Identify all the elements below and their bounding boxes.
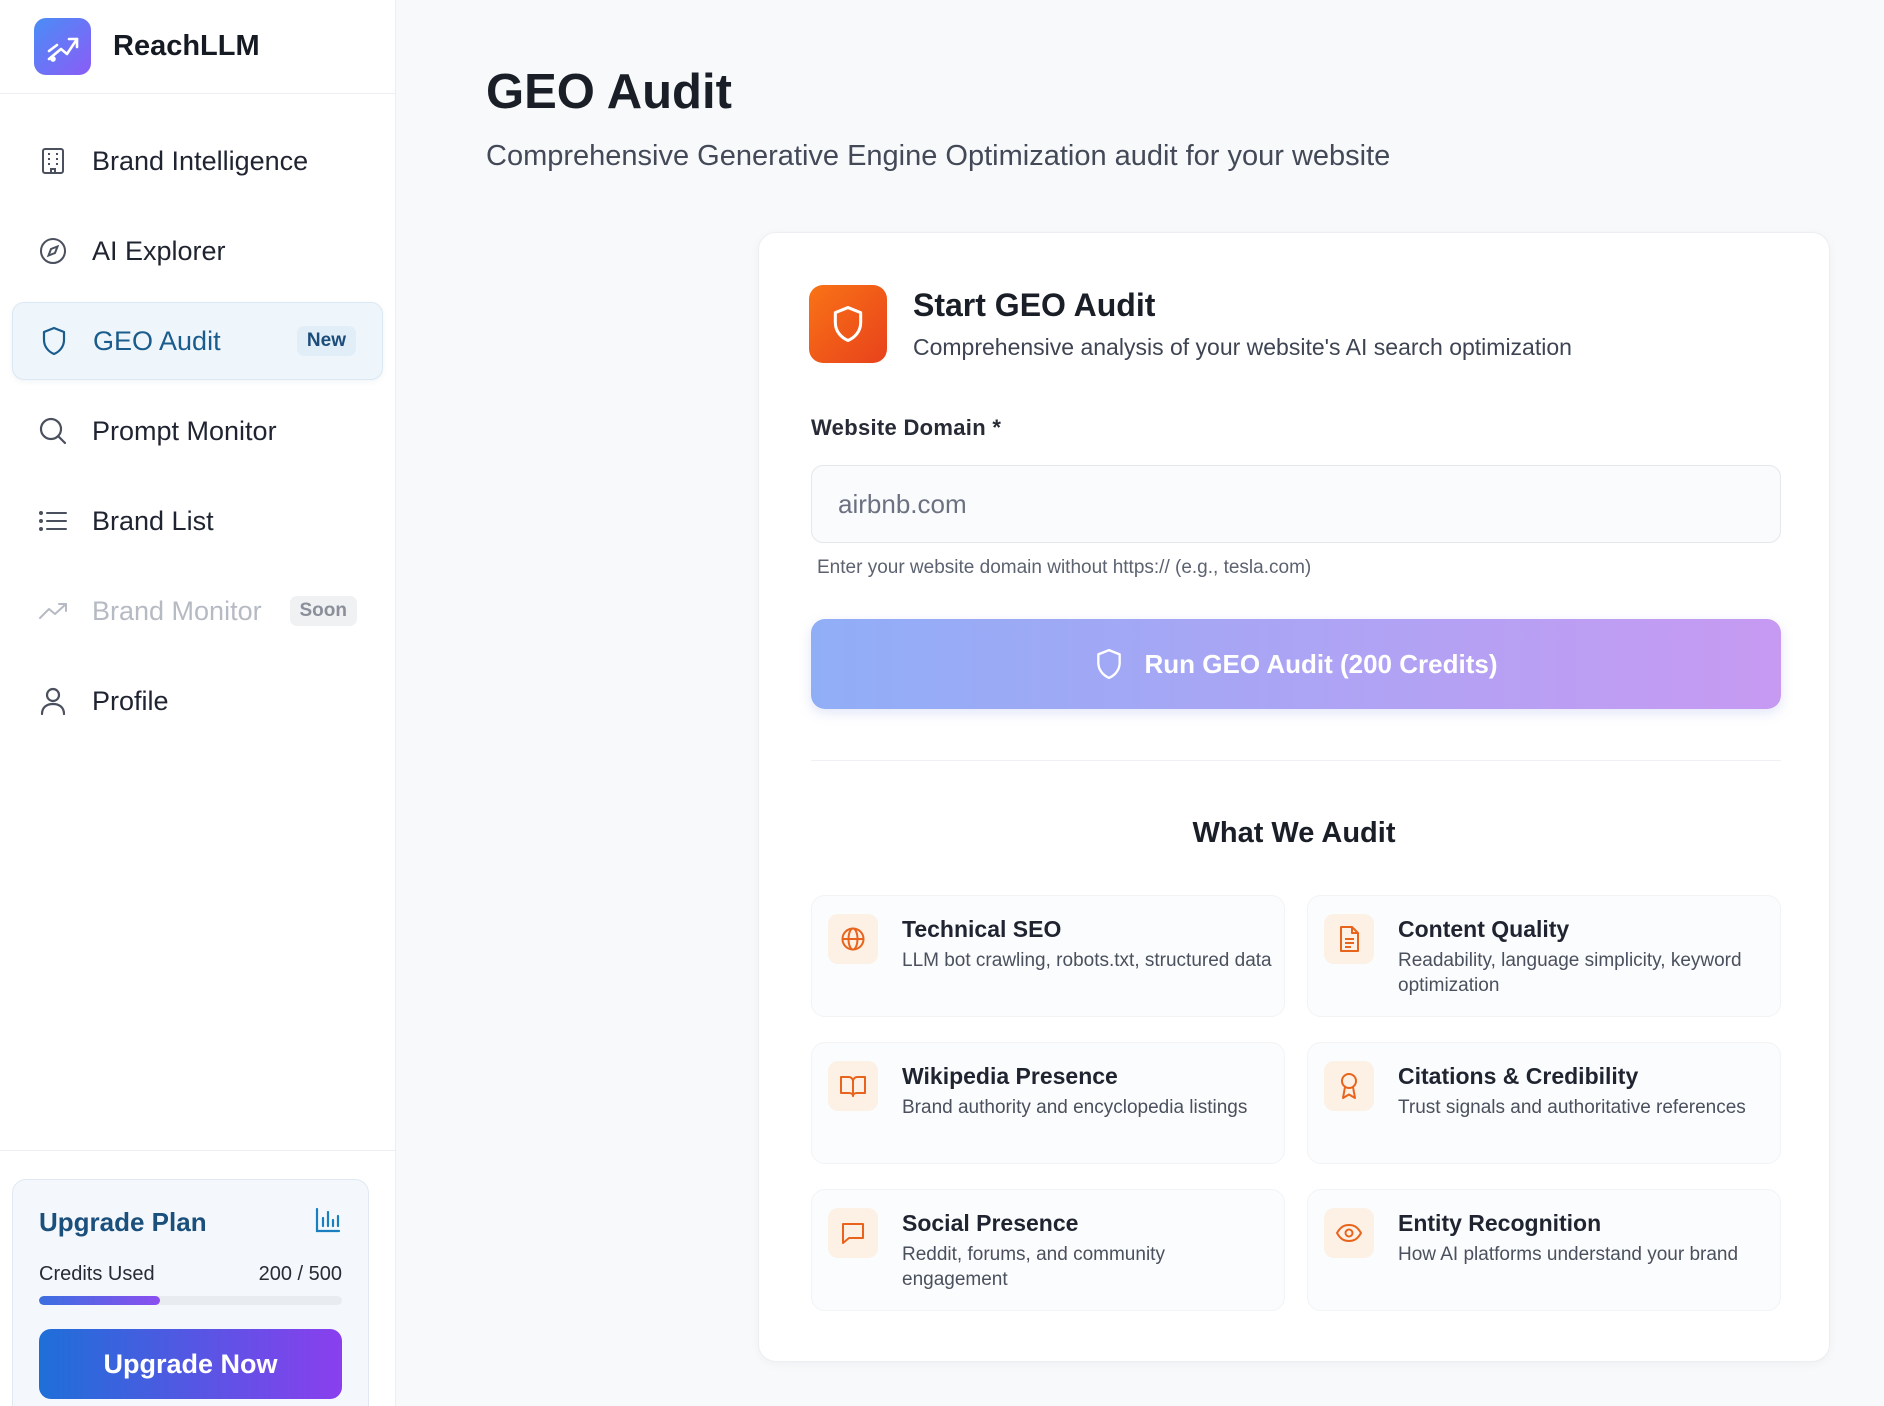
credits-row: Credits Used 200 / 500 (39, 1263, 342, 1286)
audit-item-citations-credibility: Citations & Credibility Trust signals an… (1307, 1042, 1781, 1164)
shield-icon (1095, 648, 1123, 680)
user-icon (38, 686, 68, 716)
globe-icon (828, 914, 878, 964)
soon-badge: Soon (289, 596, 357, 626)
card-subtitle: Comprehensive analysis of your website's… (913, 334, 1572, 360)
search-icon (38, 416, 68, 446)
sidebar-item-prompt-monitor[interactable]: Prompt Monitor (12, 392, 383, 470)
audit-item-content-quality: Content Quality Readability, language si… (1307, 895, 1781, 1017)
audit-item-title: Social Presence (902, 1210, 1079, 1236)
divider (811, 760, 1781, 761)
list-icon (38, 506, 68, 536)
audit-item-desc: How AI platforms understand your brand (1398, 1244, 1739, 1265)
website-domain-input[interactable] (811, 465, 1781, 543)
audit-item-title: Wikipedia Presence (902, 1063, 1118, 1089)
app-name[interactable]: ReachLLM (113, 30, 260, 63)
sidebar-item-label: Prompt Monitor (92, 415, 277, 446)
audit-item-desc: Reddit, forums, and community engagement (902, 1244, 1165, 1290)
eye-icon (1324, 1208, 1374, 1258)
what-we-audit-title: What We Audit (1192, 817, 1396, 849)
sidebar-item-geo-audit[interactable]: GEO Audit New (12, 302, 383, 380)
sidebar-item-brand-intelligence[interactable]: Brand Intelligence (12, 122, 383, 200)
audit-item-title: Content Quality (1398, 916, 1570, 942)
trend-icon (38, 596, 68, 626)
sidebar-item-ai-explorer[interactable]: AI Explorer (12, 212, 383, 290)
upgrade-section: Upgrade Plan Credits Used 200 / 500 Upgr… (0, 1150, 396, 1406)
sidebar: ReachLLM Brand Intelligence AI Explorer … (0, 0, 396, 1406)
start-audit-card: Start GEO Audit Comprehensive analysis o… (758, 232, 1830, 1362)
card-header-text: Start GEO Audit Comprehensive analysis o… (913, 287, 1572, 361)
shield-icon (39, 326, 69, 356)
upgrade-now-button[interactable]: Upgrade Now (39, 1329, 342, 1399)
sidebar-item-label: Brand Intelligence (92, 145, 309, 176)
card-header: Start GEO Audit Comprehensive analysis o… (809, 285, 1572, 363)
audit-item-desc: LLM bot crawling, robots.txt, structured… (902, 950, 1272, 971)
credits-progress-fill (39, 1296, 161, 1305)
audit-shield-icon (809, 285, 887, 363)
sidebar-item-brand-monitor: Brand Monitor Soon (12, 572, 383, 650)
book-icon (828, 1061, 878, 1111)
brand-header: ReachLLM (0, 0, 395, 94)
audit-item-entity-recognition: Entity Recognition How AI platforms unde… (1307, 1189, 1781, 1311)
bar-chart-icon (314, 1206, 342, 1239)
sidebar-item-label: Profile (92, 685, 169, 716)
audit-item-desc: Brand authority and encyclopedia listing… (902, 1097, 1248, 1118)
audit-item-title: Citations & Credibility (1398, 1063, 1639, 1089)
sidebar-item-label: Brand Monitor (92, 595, 262, 626)
page-title: GEO Audit (486, 65, 732, 119)
main-content: GEO Audit Comprehensive Generative Engin… (396, 0, 1884, 1406)
audit-item-wikipedia-presence: Wikipedia Presence Brand authority and e… (811, 1042, 1285, 1164)
sidebar-item-brand-list[interactable]: Brand List (12, 482, 383, 560)
audit-item-technical-seo: Technical SEO LLM bot crawling, robots.t… (811, 895, 1285, 1017)
sidebar-item-label: GEO Audit (93, 325, 221, 356)
upgrade-header: Upgrade Plan (39, 1206, 342, 1239)
card-title: Start GEO Audit (913, 287, 1156, 323)
award-icon (1324, 1061, 1374, 1111)
credits-value: 200 / 500 (258, 1263, 342, 1285)
chat-icon (828, 1208, 878, 1258)
website-domain-label: Website Domain * (811, 415, 1002, 440)
audit-item-title: Technical SEO (902, 916, 1062, 942)
sidebar-item-profile[interactable]: Profile (12, 662, 383, 740)
run-geo-audit-button[interactable]: Run GEO Audit (200 Credits) (811, 619, 1781, 709)
page-subtitle: Comprehensive Generative Engine Optimiza… (486, 140, 1391, 172)
run-button-label: Run GEO Audit (200 Credits) (1144, 648, 1498, 679)
upgrade-title: Upgrade Plan (39, 1207, 207, 1237)
document-icon (1324, 914, 1374, 964)
credits-label: Credits Used (39, 1263, 155, 1285)
audit-item-desc: Trust signals and authoritative referenc… (1398, 1097, 1746, 1118)
sidebar-nav: Brand Intelligence AI Explorer GEO Audit… (0, 94, 395, 740)
building-icon (38, 146, 68, 176)
upgrade-plan-card: Upgrade Plan Credits Used 200 / 500 Upgr… (12, 1179, 369, 1406)
audit-item-desc: Readability, language simplicity, keywor… (1398, 950, 1742, 996)
reachllm-logo-icon[interactable] (34, 18, 91, 75)
credits-progress-bar (39, 1296, 342, 1305)
compass-icon (38, 236, 68, 266)
sidebar-item-label: Brand List (92, 505, 214, 536)
audit-item-title: Entity Recognition (1398, 1210, 1602, 1236)
domain-hint: Enter your website domain without https:… (817, 557, 1312, 578)
sidebar-item-label: AI Explorer (92, 235, 226, 266)
audit-item-social-presence: Social Presence Reddit, forums, and comm… (811, 1189, 1285, 1311)
new-badge: New (296, 326, 356, 356)
